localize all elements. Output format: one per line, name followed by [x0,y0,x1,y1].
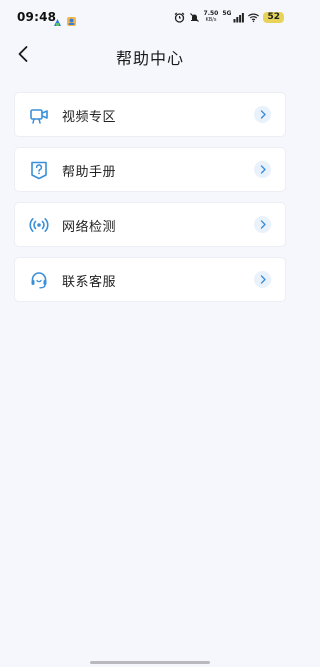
cellular-signal-icon [233,12,245,23]
menu-item-label: 网络检测 [62,220,117,235]
menu-item-help-manual[interactable]: 帮助手册 [14,147,286,192]
chevron-right-icon [254,216,271,233]
network-signal-icon [29,215,49,235]
home-indicator[interactable] [90,661,210,664]
status-time: 09:48 [17,10,57,24]
alarm-icon [174,12,185,23]
help-menu-list: 视频专区 帮助手册 网络检测 联系客服 [14,92,286,312]
menu-item-network-check[interactable]: 网络检测 [14,202,286,247]
status-right-group: 7.50 KB/s 5G 52 [174,10,284,24]
app-notification-icon-2 [66,12,76,26]
page-title: 帮助中心 [115,49,184,68]
menu-item-label: 帮助手册 [62,165,117,180]
network-speed-unit: KB/s [205,17,217,23]
chevron-right-icon [254,106,271,123]
app-notification-icon [53,12,62,26]
headset-icon [29,270,49,290]
signal-label: 5G [222,10,232,17]
menu-item-contact-support[interactable]: 联系客服 [14,257,286,302]
menu-item-label: 视频专区 [62,110,117,125]
status-bar: 09:48 7.50 KB/s 5G 52 [0,0,300,36]
notification-icons [53,12,76,26]
chevron-right-icon [254,271,271,288]
battery-indicator: 52 [263,11,284,23]
network-speed: 7.50 KB/s [204,11,219,24]
video-camera-icon [29,105,49,125]
mute-bell-icon [189,12,200,23]
page-header: 帮助中心 [0,36,300,76]
menu-item-label: 联系客服 [62,275,117,290]
wifi-icon [248,12,260,23]
chevron-right-icon [254,161,271,178]
menu-item-video-section[interactable]: 视频专区 [14,92,286,137]
help-manual-icon [29,160,49,180]
